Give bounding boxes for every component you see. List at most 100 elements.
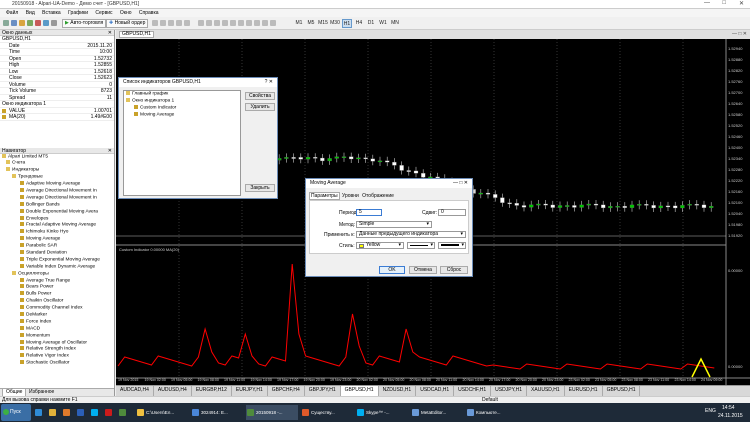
symbol-tab[interactable]: AUDCAD,H4 bbox=[116, 386, 154, 396]
new-chart-icon[interactable] bbox=[3, 20, 9, 26]
strategy-tester-icon[interactable] bbox=[43, 20, 49, 26]
symbol-tab[interactable]: EURUSD,H1 bbox=[565, 386, 603, 396]
taskbar-item[interactable]: 20150918 -... bbox=[246, 405, 298, 420]
word-icon[interactable] bbox=[76, 405, 89, 420]
symbol-tab[interactable]: USDJPY,H1 bbox=[491, 386, 528, 396]
nav-indicator-item[interactable]: Ichimoku Kinko Hyo bbox=[0, 229, 114, 236]
profiles-icon[interactable] bbox=[11, 20, 17, 26]
nav-indicator-item[interactable]: DeMarker bbox=[0, 311, 114, 319]
metaeditor-icon[interactable] bbox=[51, 20, 57, 26]
zoom-in-icon[interactable] bbox=[168, 20, 174, 26]
metatrader-icon[interactable] bbox=[118, 405, 133, 420]
skype-icon[interactable] bbox=[90, 405, 103, 420]
tab-parameters[interactable]: Параметры bbox=[309, 192, 340, 200]
period-input[interactable]: 5 bbox=[356, 209, 382, 216]
symbol-tab[interactable]: XAUUSD,H1 bbox=[527, 386, 565, 396]
nav-indicator-item[interactable]: Parabolic SAR bbox=[0, 243, 114, 250]
taskbar-item[interactable]: 3024914: Е... bbox=[191, 405, 243, 420]
navigator-icon[interactable] bbox=[19, 20, 25, 26]
nav-indicator-item[interactable]: Commodity Channel Index bbox=[0, 305, 114, 312]
cancel-button[interactable]: Отмена bbox=[409, 266, 437, 274]
close-icon[interactable]: ✕ bbox=[739, 0, 744, 7]
nav-accounts[interactable]: Счета bbox=[0, 160, 114, 167]
nav-indicator-item[interactable]: Chaikin Oscillator bbox=[0, 298, 114, 305]
nav-indicator-item[interactable]: Stochastic Oscillator bbox=[0, 360, 114, 367]
maximize-icon[interactable]: □ bbox=[722, 0, 726, 6]
tab-display[interactable]: Отображение bbox=[361, 193, 395, 199]
tab-favorites[interactable]: Избранное bbox=[26, 389, 57, 396]
start-button[interactable]: Пуск bbox=[1, 404, 31, 421]
nav-indicator-item[interactable]: Moving Average bbox=[0, 236, 114, 243]
text-icon[interactable] bbox=[246, 20, 252, 26]
timeframe-m15[interactable]: M15 bbox=[318, 19, 328, 28]
timeframe-m1[interactable]: M1 bbox=[294, 19, 304, 28]
nav-indicator-item[interactable]: Relative Strength Index bbox=[0, 346, 114, 353]
language-indicator[interactable]: ENG bbox=[705, 408, 716, 414]
menu-window[interactable]: Окно bbox=[120, 10, 132, 16]
symbol-tab[interactable]: USDCHF,H1 bbox=[454, 386, 492, 396]
nav-trend-folder[interactable]: Трендовые bbox=[0, 174, 114, 181]
symbol-tab[interactable]: GBPCHF,H4 bbox=[268, 386, 305, 396]
menu-help[interactable]: Справка bbox=[139, 10, 159, 16]
timeframe-mn[interactable]: MN bbox=[390, 19, 400, 28]
timeframe-h4[interactable]: H4 bbox=[354, 19, 364, 28]
nav-indicator-item[interactable]: Bollinger Bands bbox=[0, 201, 114, 209]
nav-indicator-item[interactable]: Force Index bbox=[0, 318, 114, 326]
media-icon[interactable] bbox=[62, 405, 75, 420]
symbol-tab[interactable]: EURJPY,H1 bbox=[232, 386, 268, 396]
nav-indicator-item[interactable]: Momentum bbox=[0, 332, 114, 340]
taskbar-item[interactable]: Существу... bbox=[301, 405, 353, 420]
grid-icon[interactable] bbox=[184, 20, 190, 26]
line-width-select[interactable]: ▾ bbox=[438, 242, 466, 249]
symbol-tab[interactable]: GBPJPY,H1 bbox=[305, 386, 341, 396]
window-controls[interactable]: — □ ✕ bbox=[453, 179, 468, 188]
nav-indicator-item[interactable]: Fractal Adaptive Moving Average bbox=[0, 222, 114, 229]
tree-main-chart[interactable]: Главный график bbox=[124, 91, 240, 98]
symbol-tab[interactable]: NZDUSD,H1 bbox=[379, 386, 417, 396]
menu-insert[interactable]: Вставка bbox=[42, 10, 61, 16]
nav-indicator-item[interactable]: Average Directional Movement In bbox=[0, 194, 114, 202]
chart-tab[interactable]: GBPUSD,H1 bbox=[119, 31, 154, 38]
apply-select[interactable]: Данные предыдущего индикатора ▾ bbox=[356, 231, 466, 238]
nav-osc-folder[interactable]: Осцилляторы bbox=[0, 270, 114, 278]
nav-indicator-item[interactable]: Variable Index Dynamic Average bbox=[0, 263, 114, 271]
menu-view[interactable]: Вид bbox=[26, 10, 35, 16]
symbol-tab[interactable]: AUDUSD,H4 bbox=[154, 386, 192, 396]
fibo-icon[interactable] bbox=[238, 20, 244, 26]
timeframe-d1[interactable]: D1 bbox=[366, 19, 376, 28]
nav-indicator-item[interactable]: Triple Exponential Moving Average bbox=[0, 256, 114, 264]
symbol-tab[interactable]: USDCAD,H1 bbox=[416, 386, 455, 396]
nav-indicator-item[interactable]: Average True Range bbox=[0, 277, 114, 285]
shapes-icon[interactable] bbox=[270, 20, 276, 26]
label-icon[interactable] bbox=[254, 20, 260, 26]
symbol-tab[interactable]: GBPUSD,H1 bbox=[340, 386, 379, 396]
close-icon[interactable]: ? ✕ bbox=[265, 78, 273, 87]
market-watch-icon[interactable] bbox=[27, 20, 33, 26]
channel-icon[interactable] bbox=[230, 20, 236, 26]
line-style-select[interactable]: ▾ bbox=[407, 242, 435, 249]
nav-indicator-item[interactable]: Bears Power bbox=[0, 284, 114, 291]
tree-moving-average[interactable]: Moving Average bbox=[124, 111, 240, 119]
taskbar-item[interactable]: Компьюте... bbox=[466, 405, 518, 420]
nav-broker[interactable]: Alpari Limited MT5 bbox=[0, 153, 114, 161]
nav-indicator-item[interactable]: Double Exponential Moving Avera bbox=[0, 208, 114, 216]
terminal-icon[interactable] bbox=[35, 20, 41, 26]
menu-file[interactable]: Файл bbox=[6, 10, 18, 16]
nav-indicator-item[interactable]: Envelopes bbox=[0, 215, 114, 223]
opera-icon[interactable] bbox=[104, 405, 117, 420]
timeframe-w1[interactable]: W1 bbox=[378, 19, 388, 28]
nav-indicators[interactable]: Индикаторы bbox=[0, 167, 114, 174]
timeframe-m30[interactable]: M30 bbox=[330, 19, 340, 28]
symbol-tab[interactable]: EURGBP,H12 bbox=[192, 386, 232, 396]
new-order-button[interactable]: ✚ Новый ордер bbox=[106, 19, 149, 28]
close-button[interactable]: Закрыть bbox=[245, 184, 275, 192]
color-select[interactable]: Yellow ▾ bbox=[356, 242, 404, 249]
arrows-icon[interactable] bbox=[262, 20, 268, 26]
zoom-out-icon[interactable] bbox=[176, 20, 182, 26]
tab-levels[interactable]: Уровни bbox=[341, 193, 360, 199]
delete-button[interactable]: Удалить bbox=[245, 103, 275, 111]
nav-indicator-item[interactable]: Standard Deviation bbox=[0, 249, 114, 257]
horizontal-line-icon[interactable] bbox=[214, 20, 220, 26]
autotrade-button[interactable]: ▶ Авто-торговля bbox=[62, 19, 107, 28]
taskbar-item[interactable]: Skype™ -... bbox=[356, 405, 408, 420]
